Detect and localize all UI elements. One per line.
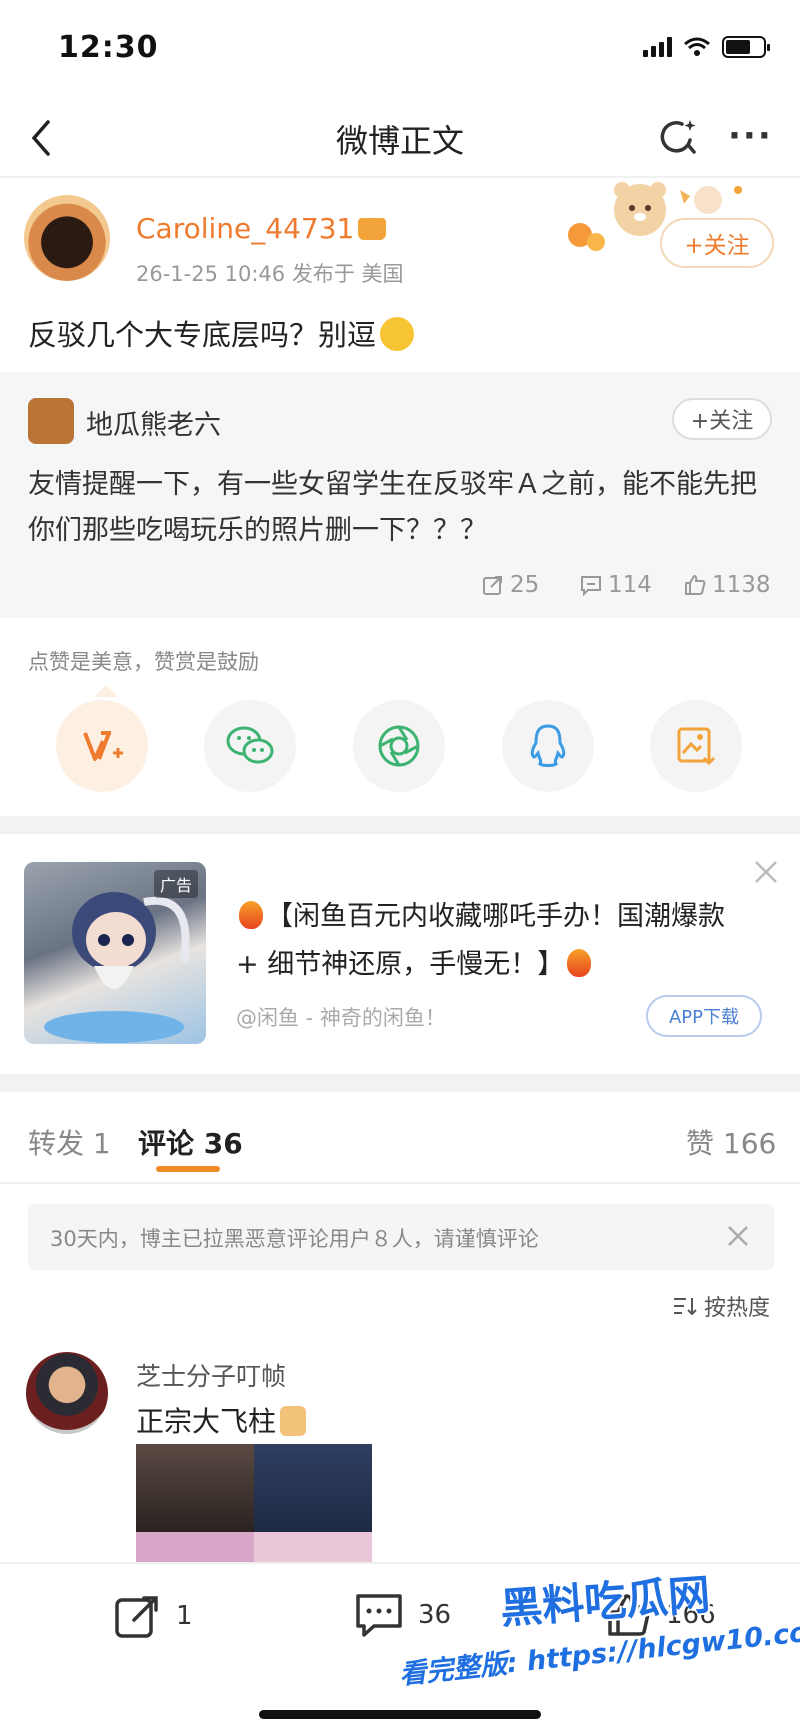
home-indicator <box>259 1710 541 1719</box>
share-moments-button[interactable] <box>353 700 445 792</box>
section-separator <box>0 1074 800 1092</box>
tab-active-indicator <box>156 1166 220 1172</box>
wifi-icon <box>684 37 710 56</box>
vip-crown-icon <box>358 218 387 240</box>
scared-face-emoji-icon <box>380 317 415 351</box>
bottom-repost-count: 1 <box>176 1601 193 1631</box>
tab-reposts[interactable]: 转发 1 <box>28 1122 111 1162</box>
fire-emoji-icon <box>239 901 263 929</box>
close-icon[interactable] <box>724 1222 752 1250</box>
comment-username[interactable]: 芝士分子叮帧 <box>136 1357 286 1393</box>
post-text: 反驳几个大专底层吗？别逗 <box>28 312 415 354</box>
reward-text: 点赞是美意，赞赏是鼓励 <box>28 650 259 674</box>
post-meta: 26-1-25 10:46 发布于 美国 <box>136 262 404 286</box>
repost-comment-count-value: 114 <box>608 572 652 598</box>
more-icon[interactable]: ··· <box>728 116 778 156</box>
save-image-button[interactable] <box>650 700 742 792</box>
save-image-icon <box>677 727 716 766</box>
thumbs-up-emoji-icon <box>280 1406 307 1436</box>
post-username[interactable]: Caroline_44731 <box>136 212 387 245</box>
status-icons <box>643 36 770 58</box>
repost-follow-button[interactable]: +关注 <box>672 398 772 440</box>
app-download-button[interactable]: APP下载 <box>646 995 762 1037</box>
tab-likes[interactable]: 赞 166 <box>686 1122 776 1162</box>
bottom-repost-button[interactable]: 1 <box>114 1592 193 1640</box>
comment-image[interactable] <box>136 1444 372 1562</box>
tip-arrow <box>94 685 118 697</box>
notice-text: 30天内，博主已拉黑恶意评论用户８人，请谨慎评论 <box>50 1227 539 1251</box>
ad-text-line2: + 细节神还原，手慢无！】 <box>236 949 565 980</box>
share-wechat-button[interactable] <box>204 700 296 792</box>
fire-emoji-icon <box>567 949 592 977</box>
sort-label: 按热度 <box>704 1296 771 1321</box>
tab-comments[interactable]: 评论 36 <box>138 1122 243 1162</box>
post-username-text: Caroline_44731 <box>136 212 355 245</box>
share-qq-button[interactable] <box>502 700 594 792</box>
bottom-comment-count: 36 <box>418 1600 452 1630</box>
battery-icon <box>722 36 770 58</box>
comment-icon <box>356 1594 402 1637</box>
comment-text-content: 正宗大飞柱 <box>136 1405 277 1438</box>
ad-badge: 广告 <box>153 870 198 898</box>
repost-count[interactable]: 25 <box>482 572 539 598</box>
v-plus-button[interactable] <box>56 700 148 792</box>
status-time: 12:30 <box>58 30 159 65</box>
repost-comment-count[interactable]: 114 <box>580 572 652 598</box>
repost-icon <box>483 576 502 595</box>
ad-source: @闲鱼 - 神奇的闲鱼！ <box>236 1006 446 1030</box>
comment-icon <box>581 576 601 596</box>
repost-count-value: 25 <box>510 572 540 598</box>
v-plus-icon <box>83 731 123 761</box>
bottom-comment-button[interactable]: 36 <box>354 1592 451 1638</box>
comment-text: 正宗大飞柱 <box>136 1400 307 1440</box>
nav-divider <box>0 176 800 178</box>
sort-toggle[interactable]: 按热度 <box>672 1290 770 1322</box>
comment-avatar[interactable] <box>26 1352 108 1434</box>
signal-icon <box>643 37 672 57</box>
ad-text[interactable]: 【闲鱼百元内收藏哪吒手办！国潮爆款 + 细节神还原，手慢无！】 <box>236 893 766 989</box>
wechat-icon <box>226 726 274 764</box>
section-separator <box>0 816 800 834</box>
tabs-divider <box>0 1182 800 1184</box>
repost-avatar[interactable] <box>28 398 74 444</box>
ad-text-line1: 【闲鱼百元内收藏哪吒手办！国潮爆款 <box>266 901 725 932</box>
repost-text: 友情提醒一下，有一些女留学生在反驳牢Ａ之前，能不能先把你们那些吃喝玩乐的照片删一… <box>28 469 757 546</box>
follow-button[interactable]: +关注 <box>660 218 774 268</box>
moments-icon <box>378 725 420 767</box>
close-icon[interactable] <box>752 858 780 886</box>
like-icon <box>685 575 706 595</box>
refresh-icon[interactable] <box>656 116 698 158</box>
repost-like-count-value: 1138 <box>712 572 771 598</box>
avatar[interactable] <box>24 195 110 281</box>
qq-icon <box>530 724 566 767</box>
repost-username[interactable]: 地瓜熊老六 <box>86 403 221 442</box>
repost-like-count[interactable]: 1138 <box>684 572 771 598</box>
sort-icon <box>674 1298 697 1316</box>
repost-icon <box>115 1596 158 1638</box>
ad-image[interactable]: 广告 <box>24 862 206 1044</box>
post-text-content: 反驳几个大专底层吗？别逗 <box>28 318 377 352</box>
